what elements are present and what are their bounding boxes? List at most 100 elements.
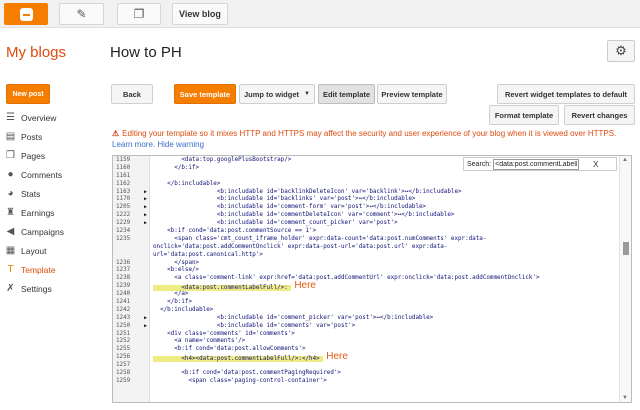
- code-line[interactable]: 1205 ▶ <b:includable id='comment-form' va…: [113, 204, 619, 212]
- view-blog-button[interactable]: View blog: [172, 3, 228, 25]
- code-line[interactable]: 1251 <div class='comments' id='comments'…: [113, 331, 619, 339]
- sidebar-item-comments[interactable]: ● Comments: [0, 165, 100, 184]
- code-text: </a>: [153, 291, 189, 298]
- line-number: 1205: [116, 204, 131, 211]
- settings-gear-button[interactable]: ⚙: [607, 40, 635, 62]
- code-text: <b:includable id='comment-form' var='pos…: [153, 204, 427, 211]
- top-bar: ✎ ❐ View blog: [0, 0, 640, 28]
- here-annotation: Here: [294, 280, 316, 292]
- fold-arrow-icon[interactable]: ▶: [144, 220, 147, 228]
- code-line[interactable]: 1256 <h4><data:post.commentLabelFull/>:<…: [113, 352, 619, 363]
- line-number: 1250: [116, 322, 131, 329]
- sidebar-item-posts[interactable]: ▤ Posts: [0, 127, 100, 146]
- code-line[interactable]: 1163 ▶ <b:includable id='backlinkDeleteIc…: [113, 189, 619, 197]
- code-line[interactable]: 1222 ▶ <b:includable id='commentDeleteIco…: [113, 212, 619, 220]
- code-line[interactable]: 1259 <span class='paging-control-contain…: [113, 378, 619, 386]
- fold-arrow-icon[interactable]: ▶: [144, 323, 147, 331]
- posts-icon: ▤: [5, 131, 16, 142]
- search-input[interactable]: [493, 158, 580, 170]
- code-text: <b:includable id='backlinks' var='post'>…: [153, 196, 416, 203]
- blogger-logo-button[interactable]: [4, 3, 48, 25]
- sidebar-item-campaigns[interactable]: ◀ Campaigns: [0, 222, 100, 241]
- code-line[interactable]: 1235 <span class='cmt_count_iframe_holde…: [113, 236, 619, 244]
- code-line[interactable]: 1239 <data:post.commentLabelFull/>: Here: [113, 280, 619, 292]
- close-search-icon[interactable]: X: [593, 160, 598, 169]
- line-number: 1159: [116, 157, 131, 163]
- pages-button[interactable]: ❐: [117, 3, 161, 25]
- code-line[interactable]: 1237 <b:else/>: [113, 267, 619, 275]
- learn-more-link[interactable]: Learn more.: [112, 140, 155, 149]
- fold-arrow-icon[interactable]: ▶: [144, 189, 147, 197]
- fold-arrow-icon[interactable]: ▶: [144, 204, 147, 212]
- code-line[interactable]: 1161: [113, 173, 619, 181]
- code-line[interactable]: 1243 ▶ <b:includable id='comment_picker' …: [113, 315, 619, 323]
- sidebar-item-template[interactable]: T Template: [0, 260, 100, 279]
- template-icon: T: [7, 264, 14, 275]
- line-number: 1251: [116, 330, 131, 337]
- code-line[interactable]: 1229 ▶ <b:includable id='comment_count_pi…: [113, 220, 619, 228]
- revert-widget-templates-button[interactable]: Revert widget templates to default: [497, 84, 635, 104]
- edit-template-button[interactable]: Edit template: [318, 84, 375, 104]
- back-button[interactable]: Back: [111, 84, 153, 104]
- code-line[interactable]: 1242 </b:includable>: [113, 307, 619, 315]
- wrench-icon: ✗: [6, 283, 15, 294]
- line-number: 1243: [116, 314, 131, 321]
- sidebar-item-pages[interactable]: ❐ Pages: [0, 146, 100, 165]
- code-line[interactable]: 1241 </b:if>: [113, 299, 619, 307]
- code-line[interactable]: 1234 <b:if cond='data:post.commentSource…: [113, 228, 619, 236]
- code-line[interactable]: 1240 </a>: [113, 291, 619, 299]
- preview-template-button[interactable]: Preview template: [377, 84, 447, 104]
- code-line[interactable]: url='data:post.canonical.http'>: [113, 252, 619, 260]
- line-number: 1242: [116, 306, 131, 313]
- jump-to-widget-dropdown[interactable]: Jump to widget ▼: [239, 84, 315, 104]
- code-line[interactable]: 1255 <b:if cond='data:post.allowComments…: [113, 346, 619, 354]
- code-line[interactable]: 1250 ▶ <b:includable id='comments' var='p…: [113, 323, 619, 331]
- editor-scrollbar[interactable]: ▲ ▼: [619, 156, 631, 402]
- code-text: url='data:post.canonical.http'>: [153, 251, 263, 258]
- sidebar-item-label: Template: [21, 264, 56, 275]
- line-number: 1160: [116, 164, 131, 171]
- code-text: <b:includable id='comment_count_picker' …: [153, 220, 398, 227]
- my-blogs-link[interactable]: My blogs: [6, 44, 66, 61]
- code-text: <b:if cond='data:post.commentPagingRequi…: [153, 370, 341, 377]
- code-line[interactable]: onclick='data:post.addCommentOnclick' ex…: [113, 244, 619, 252]
- code-text: <b:includable id='backlinkDeleteIcon' va…: [153, 188, 462, 195]
- code-line[interactable]: 1252 <a name='comments'/>: [113, 338, 619, 346]
- sidebar-item-layout[interactable]: ▦ Layout: [0, 241, 100, 260]
- code-line[interactable]: 1236 </span>: [113, 260, 619, 268]
- new-post-button[interactable]: New post: [6, 84, 50, 104]
- gear-icon: ⚙: [615, 43, 627, 58]
- revert-changes-button[interactable]: Revert changes: [564, 105, 635, 125]
- pie-chart-icon: ◕: [7, 188, 14, 199]
- code-line[interactable]: 1170 ▶ <b:includable id='backlinks' var='…: [113, 196, 619, 204]
- code-line[interactable]: 1257: [113, 362, 619, 370]
- new-post-pencil-button[interactable]: ✎: [59, 3, 104, 25]
- save-template-button[interactable]: Save template: [174, 84, 236, 104]
- template-code-editor[interactable]: 1159 <data:top.googlePlusBootstrap/> 1160…: [112, 155, 632, 403]
- code-text: <a class='comment-link' expr:href='data:…: [153, 275, 540, 282]
- code-text: </b:if>: [153, 164, 200, 171]
- sidebar-item-stats[interactable]: ◕ Stats: [0, 184, 100, 203]
- sidebar-item-overview[interactable]: ☰ Overview: [0, 108, 100, 127]
- sidebar-item-label: Settings: [21, 283, 52, 294]
- hide-warning-link[interactable]: Hide warning: [157, 140, 204, 149]
- scrollbar-thumb[interactable]: [623, 242, 629, 255]
- line-number: 1222: [116, 212, 131, 219]
- code-line[interactable]: 1258 <b:if cond='data:post.commentPaging…: [113, 370, 619, 378]
- scroll-down-icon[interactable]: ▼: [622, 395, 628, 401]
- scroll-up-icon[interactable]: ▲: [622, 157, 628, 163]
- line-number: 1170: [116, 196, 131, 203]
- code-text: <span class='paging-control-container'>: [153, 377, 327, 384]
- fold-arrow-icon[interactable]: ▶: [144, 196, 147, 204]
- blog-title: How to PH: [110, 44, 182, 61]
- sidebar-item-earnings[interactable]: ♜ Earnings: [0, 203, 100, 222]
- code-text: <b:if cond='data:post.allowComments'>: [153, 346, 306, 353]
- fold-arrow-icon[interactable]: ▶: [144, 212, 147, 220]
- pages-icon: ❐: [133, 7, 145, 21]
- format-template-button[interactable]: Format template: [489, 105, 559, 125]
- fold-arrow-icon[interactable]: ▶: [144, 315, 147, 323]
- code-line[interactable]: 1238 <a class='comment-link' expr:href='…: [113, 275, 619, 283]
- sidebar-item-settings[interactable]: ✗ Settings: [0, 279, 100, 298]
- code-line[interactable]: 1162 </b:includable>: [113, 181, 619, 189]
- code-lines[interactable]: 1159 <data:top.googlePlusBootstrap/> 1160…: [113, 157, 619, 386]
